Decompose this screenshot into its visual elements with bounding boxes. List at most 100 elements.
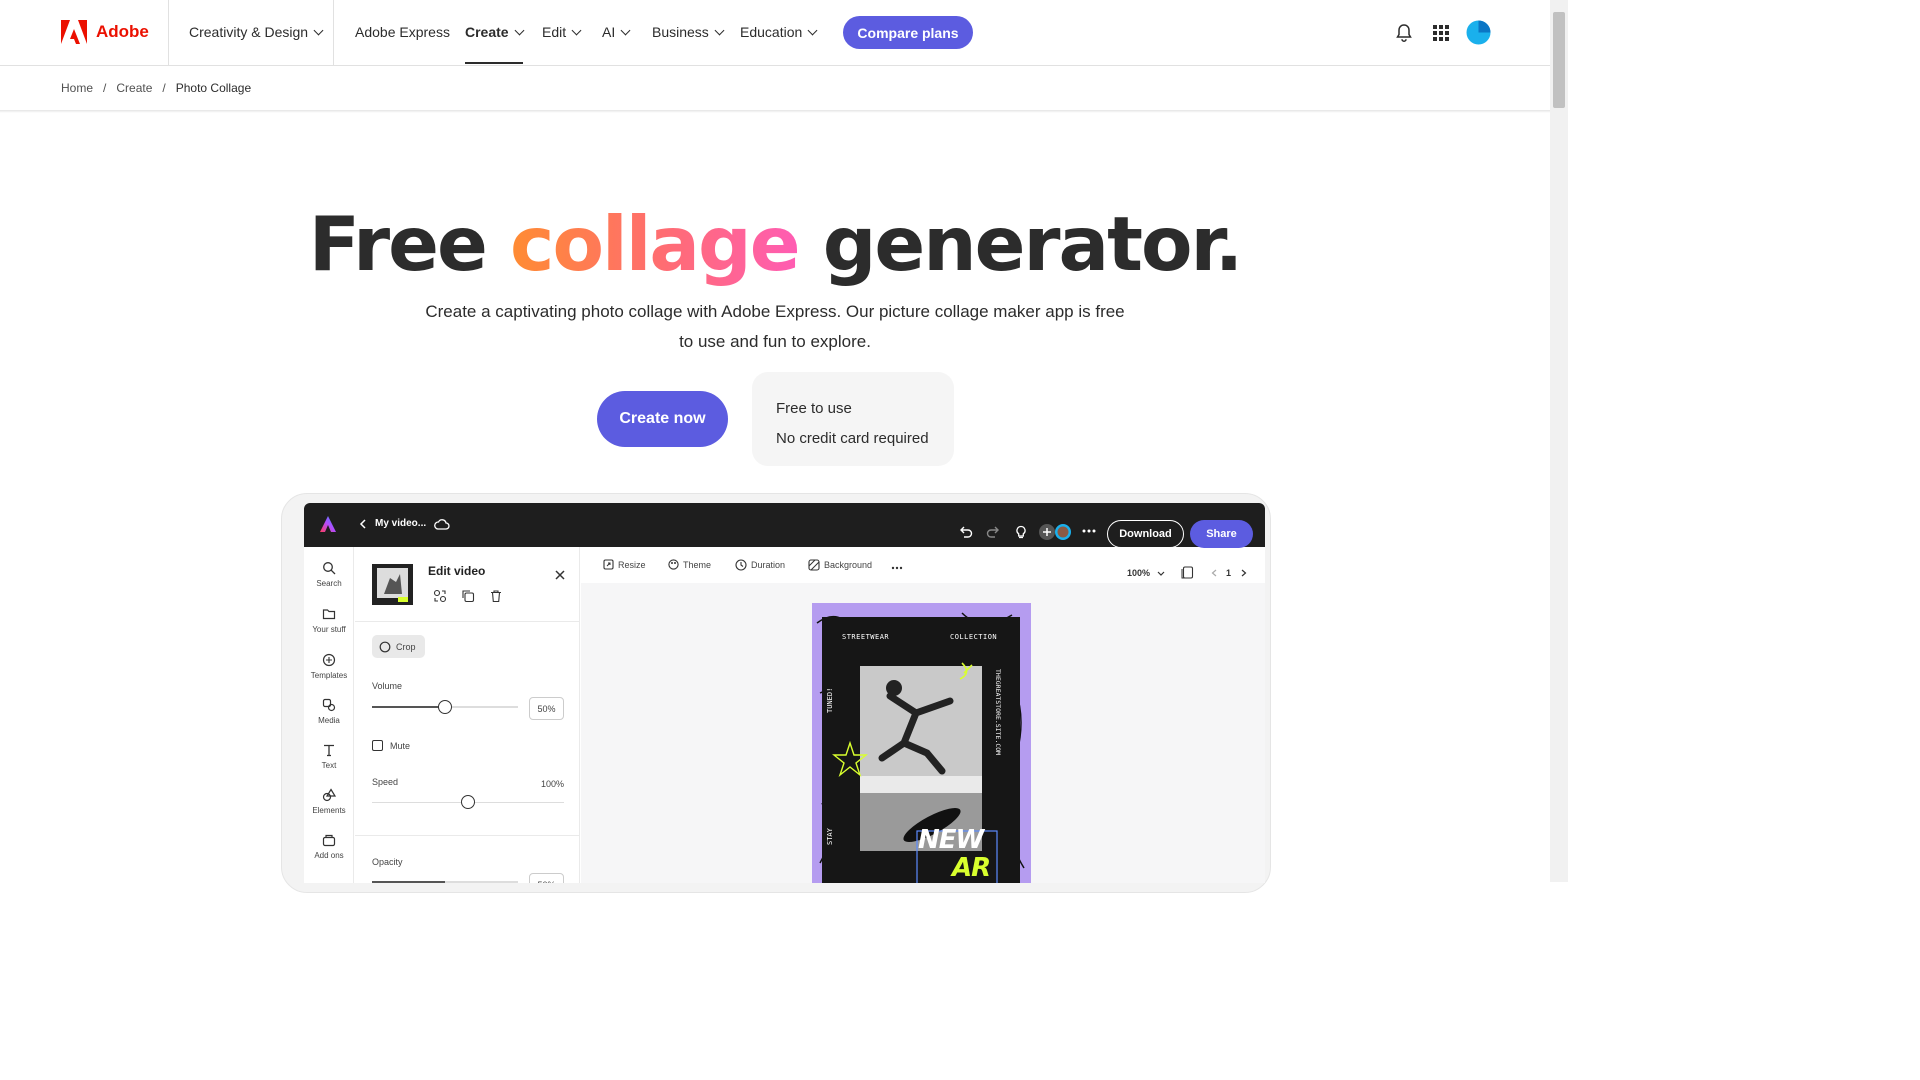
toolbar-theme[interactable]: Theme (668, 559, 711, 570)
collaborators-icon[interactable] (1038, 523, 1074, 541)
scrollbar-thumb[interactable] (1553, 12, 1565, 108)
templates-icon (322, 653, 336, 667)
volume-slider-track[interactable] (372, 700, 518, 714)
video-thumbnail[interactable] (372, 564, 413, 605)
nav-label: Education (740, 24, 803, 40)
lightbulb-icon[interactable] (1014, 525, 1028, 539)
document-title[interactable]: My video... (375, 518, 426, 529)
adobe-logo[interactable]: Adobe (61, 20, 149, 44)
nav-label: AI (602, 24, 616, 40)
hero-title: Free collage generator. (0, 200, 1550, 288)
next-page-icon[interactable] (1241, 569, 1247, 577)
nav-item-education[interactable]: Education (740, 24, 818, 40)
header-shadow (0, 110, 1550, 113)
rail-label: Media (318, 716, 340, 725)
undo-icon[interactable] (959, 525, 973, 539)
rail-item-add-ons[interactable]: Add ons (304, 833, 354, 860)
breadcrumb-current: Photo Collage (175, 81, 252, 95)
toolbar-resize[interactable]: Resize (603, 559, 646, 570)
panel-title: Edit video (428, 564, 486, 578)
mute-checkbox[interactable] (372, 740, 383, 751)
toolbar-background[interactable]: Background (808, 559, 872, 571)
crop-button[interactable]: Crop (372, 635, 425, 658)
chevron-down-icon (313, 25, 324, 35)
chevron-down-icon (571, 25, 582, 35)
cloud-icon (434, 519, 450, 530)
nav-item-business[interactable]: Business (652, 24, 725, 40)
hero-title-highlight: collage (510, 200, 801, 288)
redo-icon[interactable] (986, 525, 1000, 539)
benefit-no-credit-card: No credit card required (776, 430, 929, 447)
opacity-value-field[interactable]: 50% (529, 873, 564, 883)
toolbar-duration[interactable]: Duration (735, 559, 785, 571)
breadcrumb-separator: / (103, 81, 107, 95)
nav-label: Edit (542, 24, 567, 40)
panel-divider (355, 621, 580, 622)
nav-item-create[interactable]: Create (465, 24, 525, 64)
volume-slider-handle[interactable] (438, 700, 452, 714)
replace-icon[interactable] (433, 589, 447, 603)
compare-plans-button[interactable]: Compare plans (843, 16, 973, 49)
create-now-button[interactable]: Create now (597, 391, 728, 447)
brand-name: Adobe (96, 22, 149, 41)
back-chevron-icon[interactable] (359, 519, 367, 529)
poster-headline-ar: AR (952, 853, 991, 883)
download-button[interactable]: Download (1107, 520, 1184, 548)
volume-value-field[interactable]: 50% (529, 697, 564, 720)
rail-item-search[interactable]: Search (304, 561, 354, 588)
nav-item-creativity-design[interactable]: Creativity & Design (189, 24, 324, 40)
resize-icon (603, 559, 614, 570)
opacity-slider-track[interactable] (372, 881, 518, 883)
nav-item-adobe-express[interactable]: Adobe Express (355, 24, 450, 40)
prev-page-icon[interactable] (1211, 569, 1217, 577)
duplicate-icon[interactable] (461, 589, 475, 603)
trash-icon[interactable] (489, 589, 503, 603)
opacity-slider-fill (372, 881, 445, 883)
page-scrollbar[interactable] (1550, 0, 1568, 882)
media-icon (322, 698, 336, 712)
toolbar-label: Background (824, 560, 873, 570)
speed-slider-handle[interactable] (461, 795, 475, 809)
share-button[interactable]: Share (1190, 520, 1253, 548)
nav-label: Business (652, 24, 709, 40)
benefit-free: Free to use (776, 400, 852, 417)
zoom-chevron-down-icon[interactable] (1157, 571, 1165, 577)
poster-top-right: COLLECTION (950, 633, 998, 641)
adobe-a-icon (61, 20, 87, 44)
rail-item-text[interactable]: Text (304, 743, 354, 770)
avatar[interactable] (1466, 20, 1491, 45)
express-logo-icon (320, 516, 336, 532)
toolbar-label: Duration (751, 560, 786, 570)
breadcrumb-create[interactable]: Create (116, 81, 152, 95)
toolbar-more-icon[interactable] (891, 566, 903, 570)
page-number: 1 (1226, 568, 1232, 578)
hero-title-prefix: Free (308, 200, 510, 288)
collage-poster[interactable]: STREETWEAR COLLECTION TUNED! STAY THEGRE… (812, 603, 1031, 883)
breadcrumb-home[interactable]: Home (61, 81, 93, 95)
poster-top-left: STREETWEAR (842, 633, 890, 641)
panel-divider (355, 835, 580, 836)
nav-item-ai[interactable]: AI (602, 24, 631, 40)
speed-slider-track[interactable] (372, 795, 564, 809)
search-icon (323, 562, 336, 575)
close-icon[interactable] (555, 570, 565, 580)
top-navigation: Adobe Creativity & Design Adobe Express … (0, 0, 1550, 66)
toolbar-label: Theme (683, 559, 712, 570)
poster-side-left-top: TUNED! (826, 687, 834, 713)
volume-label: Volume (372, 681, 403, 691)
nav-item-edit[interactable]: Edit (542, 24, 582, 40)
rail-label: Add ons (314, 851, 344, 860)
rail-item-templates[interactable]: Templates (304, 653, 354, 680)
edit-video-panel: Edit video Crop Volume 50% Mute Speed 10… (355, 547, 580, 883)
rail-item-elements[interactable]: Elements (304, 788, 354, 815)
more-options-icon[interactable] (1082, 529, 1096, 533)
rail-label: Templates (310, 671, 348, 680)
rail-item-your-stuff[interactable]: Your stuff (304, 607, 354, 634)
poster-side-left-bottom: STAY (826, 828, 834, 845)
app-grid-icon[interactable] (1430, 22, 1452, 44)
pages-icon[interactable] (1181, 566, 1194, 579)
chevron-down-icon (714, 25, 725, 35)
zoom-level[interactable]: 100% (1127, 568, 1150, 578)
bell-icon[interactable] (1393, 22, 1415, 44)
rail-item-media[interactable]: Media (304, 698, 354, 725)
